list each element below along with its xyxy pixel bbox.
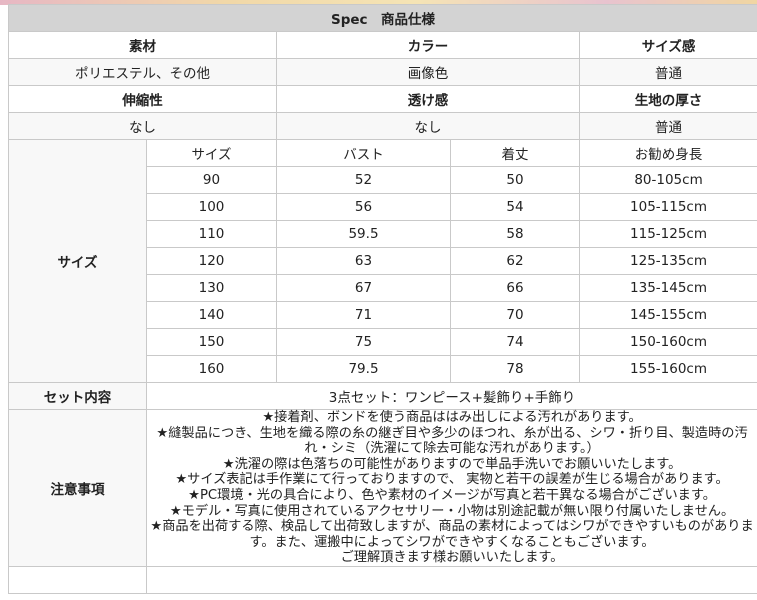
color-value: 画像色	[276, 58, 580, 86]
header-row-1: 素材 カラー サイズ感	[8, 31, 757, 59]
bust-cell: 71	[276, 301, 451, 329]
notes-text: ★接着剤、ボンドを使う商品ははみ出しによる汚れがあります。 ★縫製品につき、生地…	[145, 409, 757, 567]
title-row: Spec 商品仕様	[7, 4, 757, 32]
material-value: ポリエステル、その他	[8, 58, 277, 86]
size-feel-value: 普通	[578, 58, 757, 86]
length-cell: 58	[450, 220, 580, 248]
set-contents-value: 3点セット：ワンピース+髪飾り+手飾り	[145, 382, 757, 410]
length-cell: 66	[450, 274, 580, 302]
note-line: ★PC環境・光の具合により、色や素材のイメージが写真と若干異なる場合がございます…	[188, 487, 716, 503]
size-cell: 120	[146, 247, 277, 275]
note-line: ★縫製品につき、生地を織る際の糸の継ぎ目や多少のほつれ、糸が出る、シワ・折り目、…	[156, 425, 748, 457]
set-contents-row: セット内容 3点セット：ワンピース+髪飾り+手飾り	[8, 382, 757, 410]
height-cell: 155-160cm	[578, 355, 757, 383]
length-cell: 78	[450, 355, 580, 383]
note-line: ★洗濯の際は色落ちの可能性がありますので単品手洗いでお願いいたします。	[222, 456, 682, 472]
note-line: ★接着剤、ボンドを使う商品ははみ出しによる汚れがあります。	[262, 410, 642, 425]
size-cell: 110	[146, 220, 277, 248]
spec-title: Spec 商品仕様	[7, 4, 757, 32]
height-cell: 145-155cm	[578, 301, 757, 329]
size-cell: 100	[146, 193, 277, 221]
trailing-cell-left	[8, 565, 147, 594]
length-cell: 74	[450, 328, 580, 356]
thickness-header: 生地の厚さ	[578, 85, 757, 113]
material-header: 素材	[8, 31, 277, 59]
note-line: ご理解頂きます様お願いいたします。	[340, 550, 564, 566]
bust-cell: 63	[276, 247, 451, 275]
bust-cell: 75	[276, 328, 451, 356]
height-cell: 125-135cm	[578, 247, 757, 275]
sheer-header: 透け感	[276, 85, 580, 113]
color-header: カラー	[276, 31, 580, 59]
size-cell: 150	[146, 328, 277, 356]
size-cell: 130	[146, 274, 277, 302]
bust-cell: 67	[276, 274, 451, 302]
height-cell: 105-115cm	[578, 193, 757, 221]
length-cell: 62	[450, 247, 580, 275]
size-cell: 160	[146, 355, 277, 383]
size-cell: 90	[146, 166, 277, 194]
height-cell: 80-105cm	[578, 166, 757, 194]
height-cell: 115-125cm	[578, 220, 757, 248]
size-label: サイズ	[8, 139, 147, 383]
bust-cell: 52	[276, 166, 451, 194]
bust-col-header: バスト	[276, 139, 451, 167]
size-header-row: サイズ サイズ バスト 着丈 お勧め身長	[8, 139, 757, 383]
stretch-header: 伸縮性	[8, 85, 277, 113]
size-col-header: サイズ	[146, 139, 277, 167]
thickness-value: 普通	[578, 112, 757, 140]
size-cell: 140	[146, 301, 277, 329]
bust-cell: 56	[276, 193, 451, 221]
height-cell: 135-145cm	[578, 274, 757, 302]
bust-cell: 59.5	[276, 220, 451, 248]
set-contents-label: セット内容	[8, 382, 147, 410]
length-cell: 50	[450, 166, 580, 194]
note-line: ★サイズ表記は手作業にて行っておりますので、 実物と若干の誤差が生じる場合があり…	[175, 472, 729, 488]
notes-row: 注意事項 ★接着剤、ボンドを使う商品ははみ出しによる汚れがあります。 ★縫製品に…	[8, 409, 757, 567]
size-feel-header: サイズ感	[578, 31, 757, 59]
note-line: ★商品を出荷する際、検品して出荷致しますが、商品の素材によってはシワができやすい…	[150, 519, 754, 550]
note-line: ★モデル・写真に使用されているアクセサリー・小物は別途記載が無い限り付属いたしま…	[169, 503, 735, 519]
value-row-2: なし なし 普通	[8, 112, 757, 140]
length-cell: 54	[450, 193, 580, 221]
height-col-header: お勧め身長	[578, 139, 757, 167]
sheer-value: なし	[276, 112, 580, 140]
notes-label: 注意事項	[8, 409, 147, 567]
length-cell: 70	[450, 301, 580, 329]
length-col-header: 着丈	[450, 139, 580, 167]
value-row-1: ポリエステル、その他 画像色 普通	[8, 58, 757, 86]
header-row-2: 伸縮性 透け感 生地の厚さ	[8, 85, 757, 113]
trailing-row	[8, 565, 757, 594]
trailing-cell-right	[145, 565, 757, 594]
height-cell: 150-160cm	[578, 328, 757, 356]
stretch-value: なし	[8, 112, 277, 140]
spec-table: Spec 商品仕様 素材 カラー サイズ感 ポリエステル、その他 画像色 普通 …	[7, 4, 757, 594]
bust-cell: 79.5	[276, 355, 451, 383]
